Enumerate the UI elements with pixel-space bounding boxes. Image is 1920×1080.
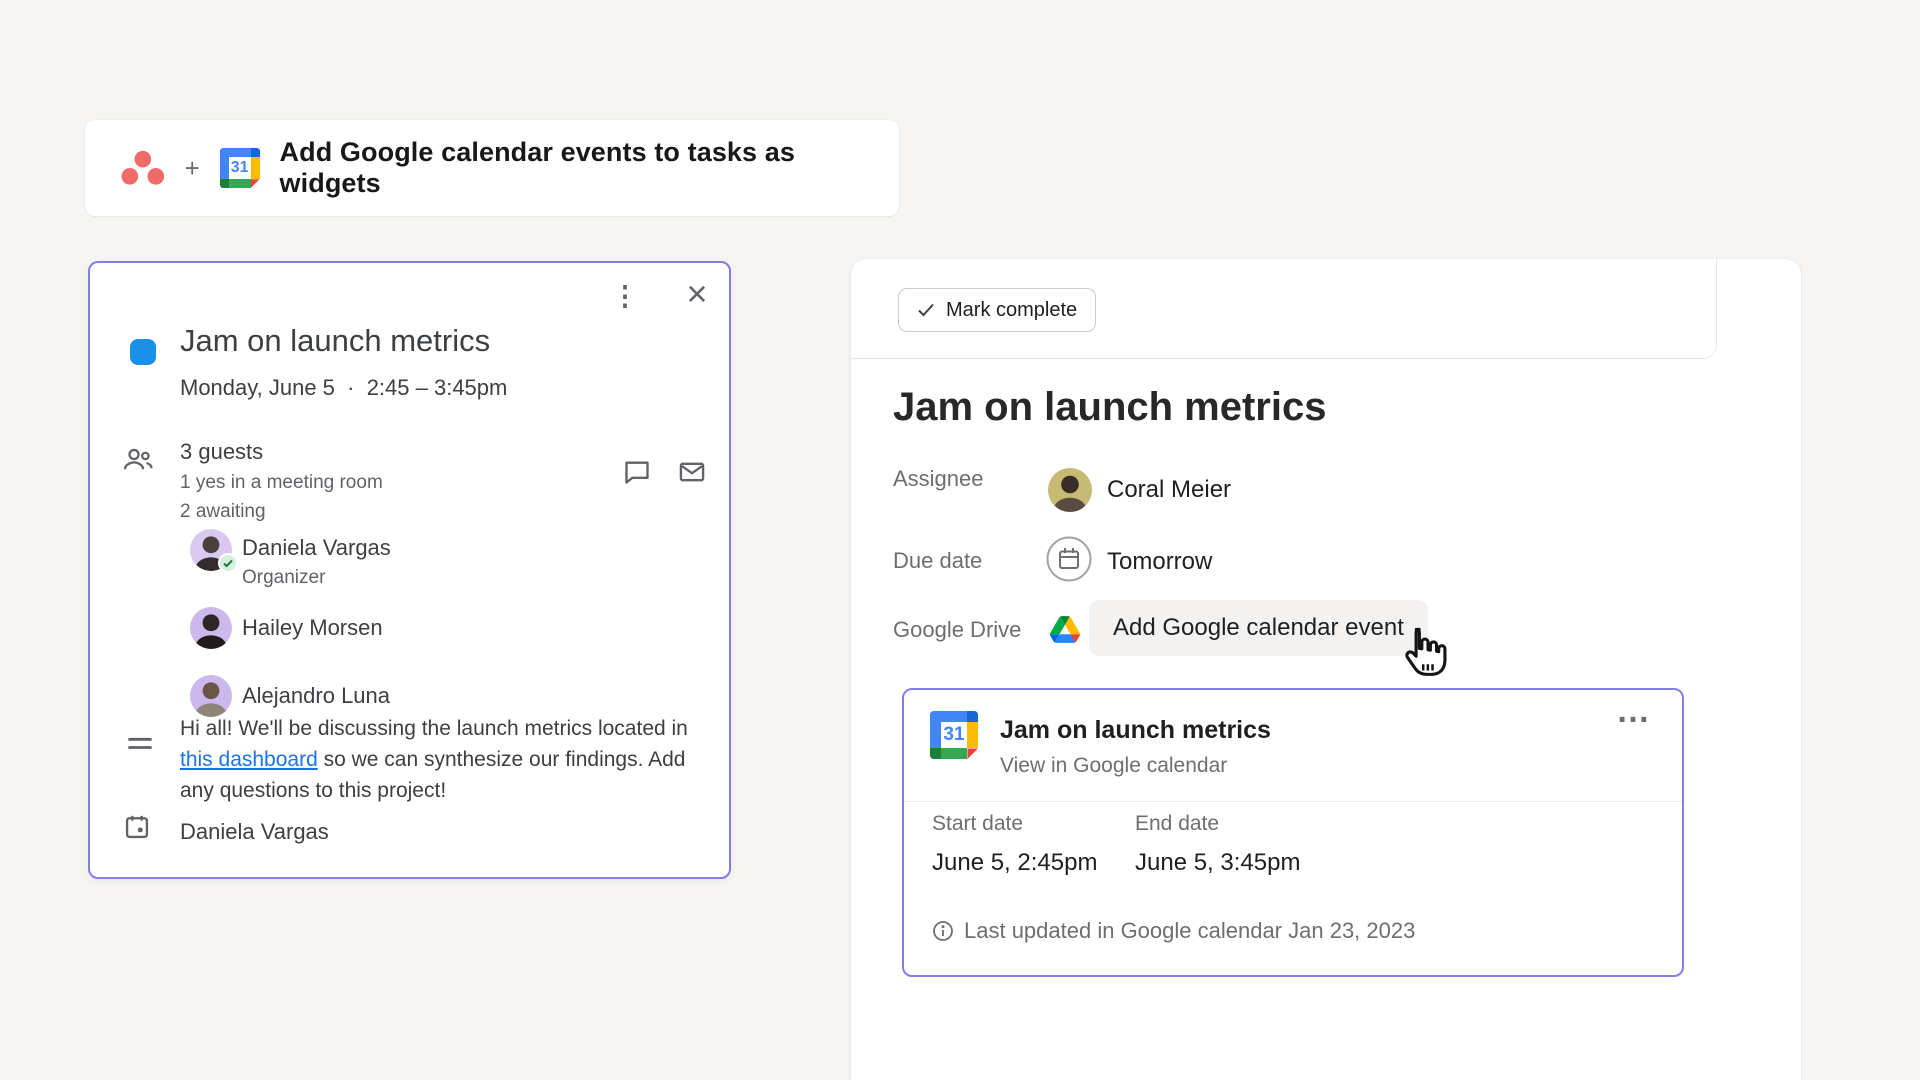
- last-updated-text: Last updated in Google calendar Jan 23, …: [964, 918, 1415, 944]
- event-description: Hi all! We'll be discussing the launch m…: [180, 713, 704, 806]
- close-icon[interactable]: ×: [680, 275, 714, 313]
- google-calendar-icon: 31: [220, 148, 260, 188]
- view-in-google-calendar-link[interactable]: View in Google calendar: [1000, 754, 1227, 778]
- calendar-event-card: ⋮ × Jam on launch metrics Monday, June 5…: [88, 261, 731, 879]
- info-icon: [932, 920, 954, 942]
- task-pane-header: Mark complete: [851, 259, 1717, 359]
- guests-summary: 3 guests 1 yes in a meeting room 2 await…: [180, 439, 383, 523]
- due-date-label: Due date: [893, 548, 982, 574]
- event-color-swatch: [130, 339, 156, 365]
- accepted-check-icon: [218, 553, 238, 573]
- widget-title: Jam on launch metrics: [1000, 716, 1271, 745]
- due-date-value[interactable]: Tomorrow: [1107, 548, 1212, 576]
- widget-header: 31 Jam on launch metrics View in Google …: [904, 690, 1682, 802]
- integration-banner: + 31 Add Google calendar events to tasks…: [85, 120, 899, 216]
- guests-icon: [121, 445, 155, 473]
- organizer-name: Daniela Vargas: [180, 819, 329, 845]
- due-date-icon[interactable]: [1046, 536, 1092, 582]
- attendee-role: Organizer: [242, 567, 325, 589]
- google-calendar-icon: 31: [930, 711, 978, 759]
- add-calendar-event-button[interactable]: Add Google calendar event: [1089, 600, 1428, 656]
- email-icon[interactable]: [678, 459, 706, 485]
- end-date-label: End date: [1135, 812, 1219, 836]
- description-icon: [126, 733, 154, 755]
- check-icon: [917, 302, 935, 318]
- avatar: [190, 607, 232, 649]
- asana-logo-icon: [121, 150, 165, 186]
- comment-icon[interactable]: [623, 459, 651, 485]
- attendee-name: Daniela Vargas: [242, 535, 391, 561]
- organizer-calendar-icon: [123, 813, 151, 841]
- google-drive-icon: [1050, 616, 1080, 643]
- start-date-value: June 5, 2:45pm: [932, 849, 1097, 877]
- guest-room-status: 1 yes in a meeting room: [180, 472, 383, 494]
- avatar: [190, 675, 232, 717]
- kebab-menu-icon[interactable]: ⋮: [610, 279, 640, 313]
- mark-complete-label: Mark complete: [946, 299, 1077, 322]
- ellipsis-menu-icon[interactable]: …: [1616, 692, 1652, 731]
- description-text: Hi all! We'll be discussing the launch m…: [180, 717, 688, 740]
- widget-footer: Last updated in Google calendar Jan 23, …: [932, 918, 1415, 944]
- event-title: Jam on launch metrics: [180, 323, 490, 359]
- end-date-value: June 5, 3:45pm: [1135, 849, 1300, 877]
- guest-awaiting-status: 2 awaiting: [180, 501, 383, 523]
- guest-count: 3 guests: [180, 439, 383, 465]
- event-datetime: Monday, June 5 · 2:45 – 3:45pm: [180, 375, 507, 401]
- add-calendar-event-label: Add Google calendar event: [1113, 614, 1404, 642]
- attendee-name: Alejandro Luna: [242, 683, 390, 709]
- banner-title: Add Google calendar events to tasks as w…: [280, 137, 899, 199]
- task-detail-pane: Mark complete Jam on launch metrics Assi…: [851, 259, 1801, 1080]
- plus-sign: +: [185, 153, 200, 184]
- mark-complete-button[interactable]: Mark complete: [898, 288, 1096, 332]
- attendee-name: Hailey Morsen: [242, 615, 383, 641]
- assignee-value[interactable]: Coral Meier: [1107, 476, 1231, 504]
- assignee-avatar[interactable]: [1048, 468, 1092, 512]
- start-date-label: Start date: [932, 812, 1023, 836]
- task-title: Jam on launch metrics: [893, 385, 1326, 430]
- google-drive-label: Google Drive: [893, 617, 1021, 643]
- dashboard-link[interactable]: this dashboard: [180, 748, 318, 771]
- assignee-label: Assignee: [893, 466, 984, 492]
- calendar-event-widget: 31 Jam on launch metrics View in Google …: [902, 688, 1684, 977]
